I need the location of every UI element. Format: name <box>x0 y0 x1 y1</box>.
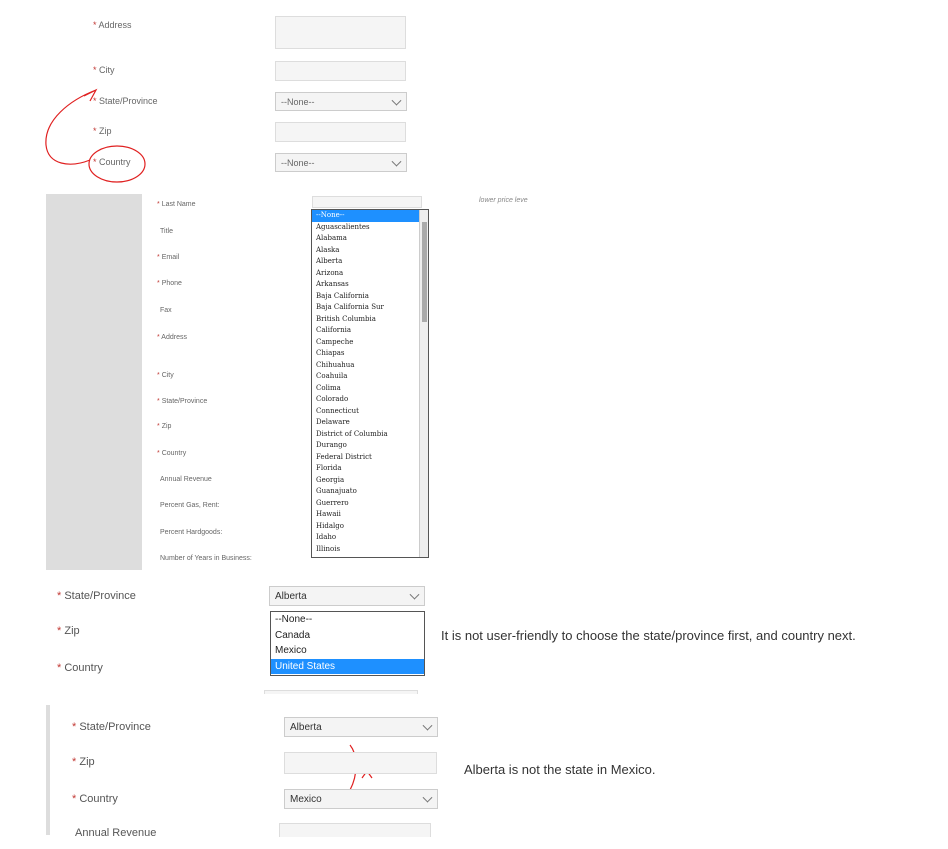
list-scrollbar[interactable] <box>419 210 428 557</box>
p4-state-select[interactable]: Alberta <box>284 717 438 737</box>
last-name-input[interactable] <box>312 196 422 208</box>
state-option[interactable]: Delaware <box>312 417 428 429</box>
state-option[interactable]: Idaho <box>312 532 428 544</box>
annotation-arrow-curve <box>45 89 97 165</box>
state-option[interactable]: California <box>312 325 428 337</box>
p2-label-fax: Fax <box>160 307 172 314</box>
state-option[interactable]: Guerrero <box>312 498 428 510</box>
state-option[interactable]: Florida <box>312 463 428 475</box>
annotation-circle-country <box>88 145 146 183</box>
state-option[interactable]: Hawaii <box>312 509 428 521</box>
country-option[interactable]: --None-- <box>271 612 424 628</box>
p4-state-label: * State/Province <box>72 721 151 733</box>
state-option[interactable]: Illinois <box>312 544 428 556</box>
state-option[interactable]: Baja California Sur <box>312 302 428 314</box>
p3-note: It is not user-friendly to choose the st… <box>441 628 856 643</box>
state-option[interactable]: Colima <box>312 383 428 395</box>
state-option[interactable]: Colorado <box>312 394 428 406</box>
p4-country-label: * Country <box>72 793 118 805</box>
p2-label-years-in-business: Number of Years in Business: <box>160 555 252 562</box>
p3-state-select[interactable]: Alberta <box>269 586 425 606</box>
state-option[interactable]: Arizona <box>312 268 428 280</box>
annotation-arrowhead <box>83 88 98 102</box>
state-option[interactable]: Alberta <box>312 256 428 268</box>
state-option[interactable]: Federal District <box>312 452 428 464</box>
side-note: lower price leve <box>479 197 528 204</box>
p2-label-last-name: * Last Name <box>157 201 196 208</box>
state-option[interactable]: --None-- <box>312 210 428 222</box>
p3-zip-label: * Zip <box>57 625 80 637</box>
p2-label-city: * City <box>157 372 174 379</box>
p2-label-title: Title <box>160 228 173 235</box>
p2-label-zip: * Zip <box>157 423 172 430</box>
p4-revenue-label: Annual Revenue <box>75 827 157 839</box>
state-option[interactable]: Campeche <box>312 337 428 349</box>
p3-country-label: * Country <box>57 662 103 674</box>
p2-label-email: * Email <box>157 254 180 261</box>
chevron-down-icon <box>409 589 420 600</box>
p2-label-annual-revenue: Annual Revenue <box>160 476 212 483</box>
state-option[interactable]: Durango <box>312 440 428 452</box>
p2-label-country: * Country <box>157 450 187 457</box>
state-option[interactable]: Hidalgo <box>312 521 428 533</box>
state-option[interactable]: Guanajuato <box>312 486 428 498</box>
p4-country-select[interactable]: Mexico <box>284 789 438 809</box>
state-option[interactable]: Chihuahua <box>312 360 428 372</box>
state-option[interactable]: Aguascalientes <box>312 222 428 234</box>
p4-zip-input[interactable] <box>284 752 437 774</box>
p4-note: Alberta is not the state in Mexico. <box>464 762 656 777</box>
left-border-bar <box>46 705 50 835</box>
p3-state-label: * State/Province <box>57 590 136 602</box>
state-option[interactable]: Georgia <box>312 475 428 487</box>
state-option[interactable]: Coahuila <box>312 371 428 383</box>
state-option[interactable]: Connecticut <box>312 406 428 418</box>
p2-label-percent-gas: Percent Gas, Rent: <box>160 502 220 509</box>
p4-revenue-input[interactable] <box>279 823 431 837</box>
scrollbar-thumb[interactable] <box>422 222 427 322</box>
state-dropdown-list[interactable]: --None-- Aguascalientes Alabama Alaska Alber… <box>311 209 429 558</box>
sidebar-gray-bar <box>46 194 142 570</box>
country-dropdown-list[interactable]: --None-- Canada Mexico United States <box>270 611 425 676</box>
p3-next-field[interactable] <box>264 690 418 694</box>
state-option[interactable]: District of Columbia <box>312 429 428 441</box>
chevron-down-icon <box>422 720 433 731</box>
p2-label-state: * State/Province <box>157 398 208 405</box>
country-option[interactable]: United States <box>271 658 424 674</box>
p4-zip-label: * Zip <box>72 756 95 768</box>
state-option[interactable]: British Columbia <box>312 314 428 326</box>
country-option[interactable]: Canada <box>271 628 424 644</box>
country-option[interactable]: Mexico <box>271 643 424 659</box>
chevron-down-icon <box>422 792 433 803</box>
state-option[interactable]: Chiapas <box>312 348 428 360</box>
state-option[interactable]: Baja California <box>312 291 428 303</box>
state-option[interactable]: Alaska <box>312 245 428 257</box>
p2-label-phone: * Phone <box>157 280 182 287</box>
p2-label-address: * Address <box>157 334 187 341</box>
p2-label-percent-hardgoods: Percent Hardgoods: <box>160 529 223 536</box>
state-option[interactable]: Arkansas <box>312 279 428 291</box>
state-option[interactable]: Alabama <box>312 233 428 245</box>
